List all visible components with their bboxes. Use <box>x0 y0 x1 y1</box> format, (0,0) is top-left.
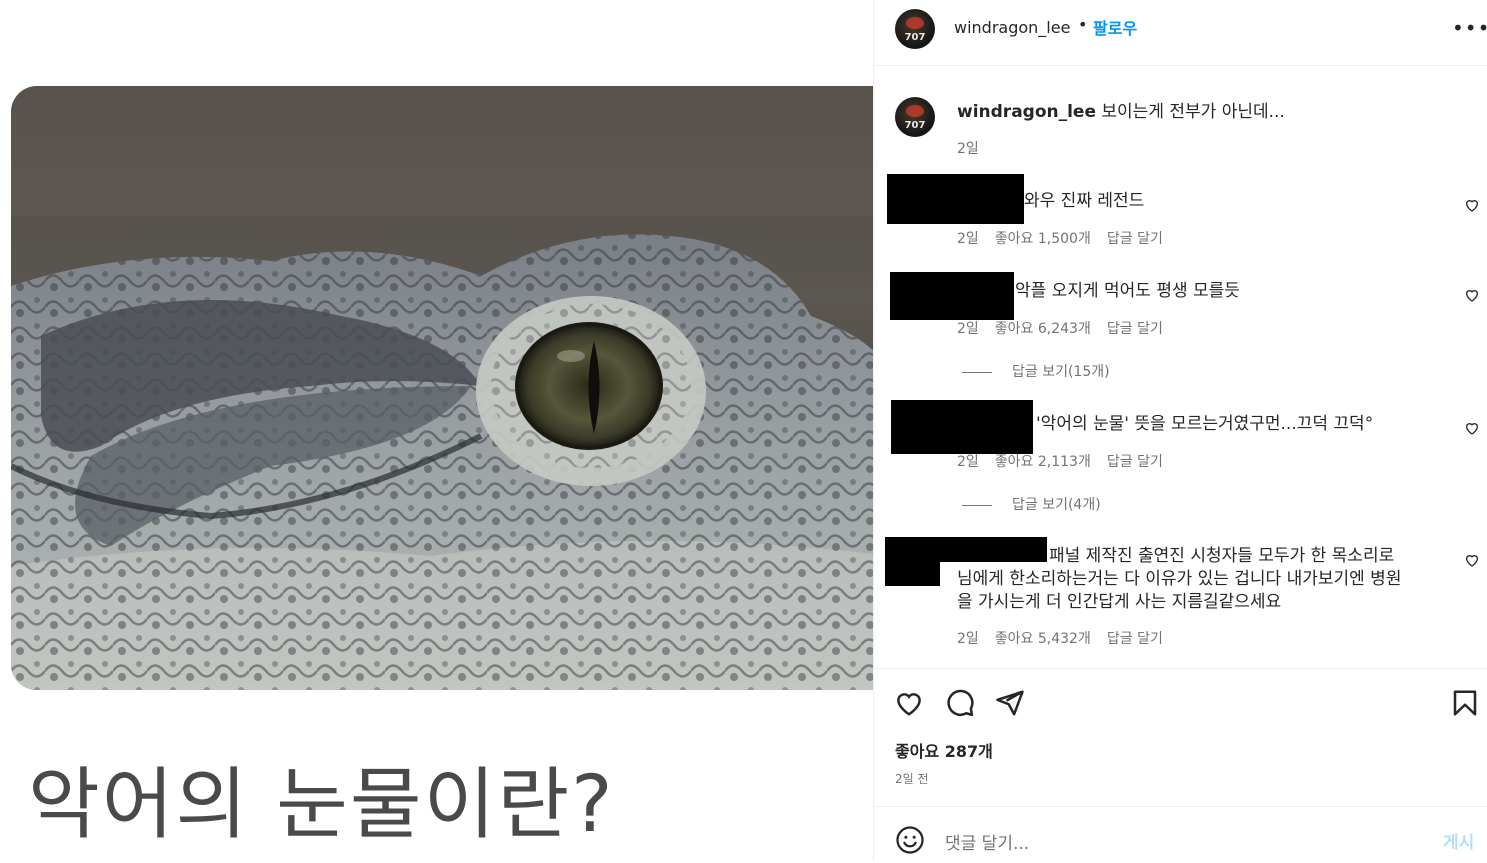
post-comment-button[interactable]: 게시 <box>1443 828 1474 853</box>
comment-time: 2일 <box>957 631 979 647</box>
owner-comment-text: 보이는게 전부가 아닌데... <box>1101 102 1285 122</box>
comment-like-heart-icon[interactable] <box>1464 197 1480 213</box>
comment-text: 와우 진짜 레전드 <box>1024 191 1145 211</box>
more-icon[interactable]: ••• <box>1452 16 1487 40</box>
comment-text: 악플 오지게 먹어도 평생 모를듯 <box>1015 281 1240 301</box>
comment-composer: 댓글 달기... 게시 <box>874 806 1487 863</box>
reply-button[interactable]: 답글 달기 <box>1107 321 1163 337</box>
view-replies-line <box>962 371 992 373</box>
owner-comment: windragon_lee 보이는게 전부가 아닌데... <box>957 97 1285 122</box>
view-replies-label[interactable]: 답글 보기(15개) <box>1012 364 1110 380</box>
header-separator: • <box>1078 15 1088 34</box>
comment-like-heart-icon[interactable] <box>1464 287 1480 303</box>
follow-button[interactable]: 팔로우 <box>1093 15 1137 39</box>
reply-button[interactable]: 답글 달기 <box>1107 631 1163 647</box>
crocodile-photo-drawing <box>11 86 873 690</box>
redacted-avatar <box>885 562 940 586</box>
avatar-label: 707 <box>904 32 926 43</box>
comment-meta: 2일 좋아요 1,500개 답글 달기 <box>957 228 1179 248</box>
owner-comment-username[interactable]: windragon_lee <box>957 102 1096 122</box>
post-caption-overlay: 악어의 눈물이란? <box>28 760 615 850</box>
comment-time: 2일 <box>957 321 979 337</box>
comment-likes[interactable]: 좋아요 5,432개 <box>995 631 1091 647</box>
comment-meta: 2일 좋아요 6,243개 답글 달기 <box>957 318 1179 338</box>
comment-like-heart-icon[interactable] <box>1464 420 1480 436</box>
view-replies-line <box>962 504 992 506</box>
comment-text-line2: 님에게 한소리하는거는 다 이유가 있는 겁니다 내가보기엔 병원 <box>957 569 1402 589</box>
post-time: 2일 전 <box>895 772 929 786</box>
comment-likes[interactable]: 좋아요 6,243개 <box>995 321 1091 337</box>
header-username[interactable]: windragon_lee <box>954 18 1070 37</box>
avatar-label: 707 <box>904 120 926 131</box>
comment-time: 2일 <box>957 231 979 247</box>
comment-text-line1: 패널 제작진 출연진 시청자들 모두가 한 목소리로 <box>1049 546 1395 566</box>
avatar[interactable]: 707 <box>895 9 935 49</box>
redacted-avatar-username <box>891 400 1033 454</box>
comments-panel: 707 windragon_lee • 팔로우 ••• 707 windrago… <box>873 0 1487 862</box>
action-bar <box>874 668 1487 717</box>
comment-icon[interactable] <box>945 688 975 718</box>
comment-text: '악어의 눈물' 뜻을 모르는거였구먼...끄덕 끄덕° <box>1036 414 1374 434</box>
likes-count[interactable]: 좋아요 287개 <box>895 738 993 762</box>
owner-avatar[interactable]: 707 <box>895 97 935 137</box>
redacted-avatar-username <box>887 174 1024 224</box>
view-replies-label[interactable]: 답글 보기(4개) <box>1012 497 1101 513</box>
comment-input[interactable]: 댓글 달기... <box>945 829 1029 854</box>
comment-likes[interactable]: 좋아요 1,500개 <box>995 231 1091 247</box>
avatar-art <box>906 105 924 117</box>
comment-text-line3: 을 가시는게 더 인간답게 사는 지름길같으세요 <box>957 592 1282 612</box>
reply-button[interactable]: 답글 달기 <box>1107 454 1163 470</box>
reply-button[interactable]: 답글 달기 <box>1107 231 1163 247</box>
comment-like-heart-icon[interactable] <box>1464 552 1480 568</box>
comment-meta: 2일 좋아요 2,113개 답글 달기 <box>957 451 1179 471</box>
owner-comment-time: 2일 <box>957 141 979 157</box>
crocodile-eye-photo <box>11 86 873 690</box>
comment-likes[interactable]: 좋아요 2,113개 <box>995 454 1091 470</box>
avatar-art <box>906 17 924 29</box>
view-replies-button[interactable]: 답글 보기(15개) <box>962 361 1110 381</box>
heart-icon[interactable] <box>894 688 924 718</box>
redacted-username <box>885 537 1047 562</box>
share-icon[interactable] <box>995 688 1025 718</box>
comment-meta: 2일 좋아요 5,432개 답글 달기 <box>957 628 1179 648</box>
comment-time: 2일 <box>957 454 979 470</box>
redacted-avatar-username <box>890 272 1014 320</box>
bookmark-icon[interactable] <box>1450 688 1480 718</box>
view-replies-button[interactable]: 답글 보기(4개) <box>962 494 1101 514</box>
post-header: 707 windragon_lee • 팔로우 ••• <box>874 0 1487 66</box>
emoji-icon[interactable] <box>895 825 925 855</box>
post-media: 악어의 눈물이란? <box>0 0 873 862</box>
